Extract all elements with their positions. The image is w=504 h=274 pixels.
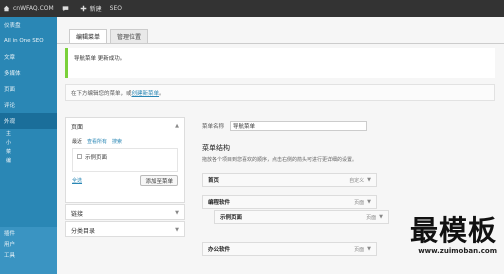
plus-icon (80, 5, 87, 12)
admin-bar: cnWFAQ.COM 新建 SEO (0, 0, 504, 17)
tab-manage-locations[interactable]: 管理位置 (110, 29, 149, 43)
menu-structure-desc: 拖放各个项目到您喜欢的顺序，点击右侧的箭头可进行更详细的设置。 (202, 157, 358, 163)
collapse-arrow-icon[interactable]: ▲ (175, 123, 179, 129)
links-panel-header[interactable]: 链接 ▼ (66, 205, 184, 221)
instruction-text: 在下方编辑您的菜单，或 (71, 90, 132, 97)
sidebar-item-appearance[interactable]: 外观 (0, 113, 57, 129)
triangle-down-icon[interactable]: ▼ (367, 177, 371, 183)
triangle-down-icon[interactable]: ▼ (379, 214, 383, 220)
menu-item-title: 首页 (208, 178, 220, 184)
add-to-menu-button[interactable]: 添加至菜单 (140, 175, 178, 186)
pages-subtabs: 最近 查看所有 搜索 (66, 134, 184, 145)
expand-arrow-icon[interactable]: ▼ (175, 210, 179, 216)
categories-panel-header[interactable]: 分类目录 ▼ (66, 222, 184, 238)
menu-name-input[interactable]: 导航菜单 (230, 121, 368, 131)
home-icon (3, 5, 10, 12)
sidebar-item-posts[interactable]: 文章 (0, 49, 57, 65)
menu-item[interactable]: 首页 自定义 ▼ (202, 173, 377, 187)
subtab-view-all[interactable]: 查看所有 (87, 138, 107, 145)
subtab-search[interactable]: 搜索 (112, 138, 122, 145)
comments-link[interactable] (62, 5, 72, 12)
menu-item-type: 页面 (366, 214, 377, 221)
new-content-link[interactable]: 新建 (80, 4, 102, 13)
triangle-down-icon[interactable]: ▼ (367, 246, 371, 252)
site-link[interactable]: cnWFAQ.COM (3, 5, 54, 12)
categories-panel-title: 分类目录 (71, 227, 96, 235)
categories-panel[interactable]: 分类目录 ▼ (65, 221, 185, 237)
sidebar-subitem-widgets[interactable]: 小 (0, 138, 57, 147)
sidebar-subitem-menus[interactable]: 菜 (0, 147, 57, 156)
watermark-url: www.zuimoban.com (418, 247, 497, 255)
site-name: cnWFAQ.COM (13, 5, 54, 12)
admin-sidebar: 仪表盘 All in One SEO 文章 多媒体 页面 评论 外观 主 小 菜… (0, 17, 57, 274)
sidebar-item-pages[interactable]: 页面 (0, 81, 57, 97)
menu-tabs: 编辑菜单 管理位置 (69, 29, 151, 43)
sidebar-subitem-editor[interactable]: 编 (0, 156, 57, 165)
update-notice: 导航菜单 更新成功。 (65, 48, 495, 78)
create-menu-link[interactable]: 创建新菜单 (132, 89, 160, 97)
sidebar-lower-section: 插件 用户 工具 (0, 227, 57, 274)
sidebar-item-dashboard[interactable]: 仪表盘 (0, 17, 57, 33)
menu-item-type: 页面 (354, 246, 365, 253)
sidebar-item-users[interactable]: 用户 (0, 238, 57, 249)
pages-panel: 页面 ▲ 最近 查看所有 搜索 示例页面 全选 添加至菜单 (65, 117, 185, 203)
sidebar-item-seo[interactable]: All in One SEO (0, 33, 57, 49)
tab-edit-menus[interactable]: 编辑菜单 (69, 29, 108, 43)
menu-item-type: 页面 (354, 199, 365, 206)
sidebar-item-media[interactable]: 多媒体 (0, 65, 57, 81)
menu-subitem[interactable]: 示例页面 页面 ▼ (214, 210, 389, 224)
pages-checkbox-list: 示例页面 (72, 148, 178, 172)
sidebar-item-tools[interactable]: 工具 (0, 249, 57, 260)
page-checkbox-label: 示例页面 (85, 155, 108, 161)
instruction-bar: 在下方编辑您的菜单，或 创建新菜单 。 (65, 84, 495, 101)
menu-structure-title: 菜单结构 (202, 144, 230, 152)
menu-item-title: 办公软件 (208, 247, 231, 253)
menu-item-type: 自定义 (349, 177, 365, 184)
subtab-recent[interactable]: 最近 (72, 138, 82, 145)
menu-name-label: 菜单名称 (202, 124, 225, 130)
triangle-down-icon[interactable]: ▼ (367, 199, 371, 205)
links-panel[interactable]: 链接 ▼ (65, 204, 185, 220)
comment-icon (62, 5, 69, 12)
watermark-logo-text: 最模板 (409, 214, 497, 247)
menu-item-title: 示例页面 (220, 215, 243, 221)
tab-divider (57, 43, 504, 44)
instruction-suffix: 。 (159, 90, 165, 97)
pages-panel-footer: 全选 添加至菜单 (66, 175, 184, 190)
seo-link[interactable]: SEO (110, 5, 122, 12)
notice-title: 导航菜单 (74, 56, 97, 62)
links-panel-title: 链接 (71, 210, 84, 218)
menu-item-title: 编程软件 (208, 200, 231, 206)
expand-arrow-icon[interactable]: ▼ (175, 227, 179, 233)
sidebar-item-comments[interactable]: 评论 (0, 97, 57, 113)
pages-panel-header[interactable]: 页面 ▲ (66, 118, 184, 134)
new-label: 新建 (89, 6, 102, 13)
select-all-link[interactable]: 全选 (72, 177, 82, 184)
page-checkbox[interactable] (77, 154, 82, 159)
pages-panel-title: 页面 (71, 123, 84, 131)
seo-label: SEO (109, 5, 122, 12)
notice-message: 更新成功。 (97, 56, 126, 62)
watermark: 最模板 www.zuimoban.com (409, 214, 497, 256)
sidebar-item-plugins[interactable]: 插件 (0, 227, 57, 238)
menu-item[interactable]: 编程软件 页面 ▼ (202, 195, 377, 209)
sidebar-subitem-themes[interactable]: 主 (0, 129, 57, 138)
menu-name-row: 菜单名称 导航菜单 (202, 121, 368, 131)
menu-item[interactable]: 办公软件 页面 ▼ (202, 242, 377, 256)
